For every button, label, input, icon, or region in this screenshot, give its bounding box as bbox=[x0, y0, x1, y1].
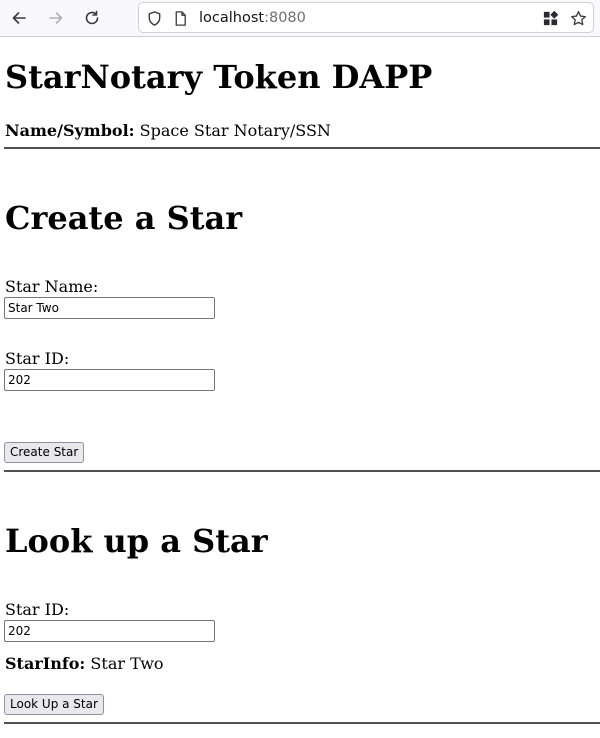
page-title: StarNotary Token DAPP bbox=[5, 58, 433, 96]
lookup-star-heading: Look up a Star bbox=[5, 522, 268, 560]
address-bar[interactable]: localhost:8080 bbox=[138, 2, 594, 33]
divider bbox=[4, 147, 600, 149]
forward-button[interactable] bbox=[42, 4, 70, 32]
star-info-label: StarInfo: bbox=[5, 654, 86, 673]
star-id-input[interactable]: 202 bbox=[4, 369, 215, 391]
extensions-icon[interactable] bbox=[541, 9, 559, 27]
browser-toolbar: localhost:8080 bbox=[0, 0, 600, 37]
star-outline-icon[interactable] bbox=[569, 9, 587, 27]
arrow-right-icon bbox=[49, 12, 63, 24]
divider bbox=[4, 722, 600, 724]
reload-button[interactable] bbox=[78, 4, 106, 32]
star-id-label: Star ID: bbox=[5, 349, 70, 368]
name-symbol-label: Name/Symbol: bbox=[5, 121, 135, 140]
reload-icon bbox=[85, 10, 99, 25]
create-star-button[interactable]: Create Star bbox=[4, 442, 85, 463]
star-info-value: Star Two bbox=[90, 654, 164, 673]
page-icon[interactable] bbox=[171, 9, 189, 27]
lookup-star-button[interactable]: Look Up a Star bbox=[4, 694, 104, 715]
url-port: :8080 bbox=[264, 10, 306, 26]
divider bbox=[4, 470, 600, 472]
arrow-left-icon bbox=[12, 12, 26, 24]
star-name-label: Star Name: bbox=[5, 277, 99, 296]
star-name-input[interactable]: Star Two bbox=[4, 297, 215, 319]
name-symbol-value: Space Star Notary/SSN bbox=[139, 121, 331, 140]
shield-icon[interactable] bbox=[145, 9, 163, 27]
lookup-star-id-label: Star ID: bbox=[5, 600, 70, 619]
url-text[interactable]: localhost:8080 bbox=[199, 9, 306, 27]
url-host: localhost bbox=[199, 10, 265, 26]
star-info-line: StarInfo: Star Two bbox=[5, 654, 164, 674]
back-button[interactable] bbox=[5, 4, 33, 32]
lookup-star-id-input[interactable]: 202 bbox=[4, 620, 215, 642]
create-star-heading: Create a Star bbox=[5, 199, 243, 237]
name-symbol-line: Name/Symbol: Space Star Notary/SSN bbox=[5, 121, 331, 141]
